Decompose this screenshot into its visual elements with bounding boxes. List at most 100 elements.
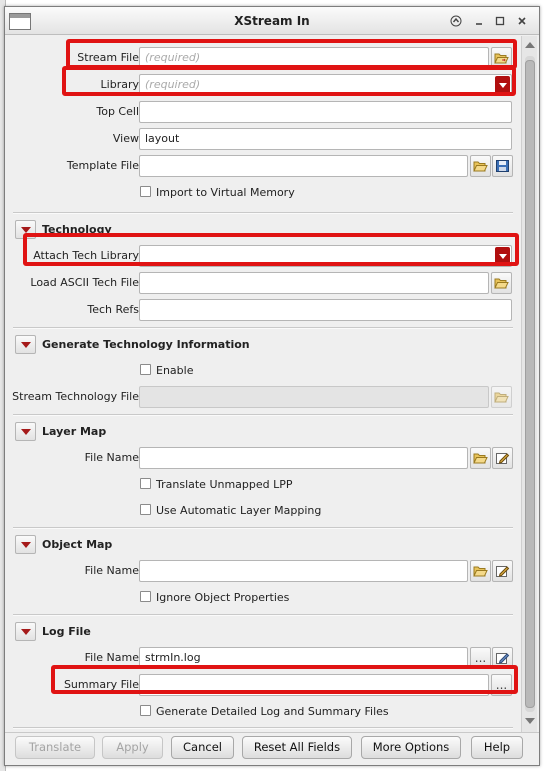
layer-map-section-header[interactable]: Layer Map [13, 419, 511, 445]
attach-tech-library-dropdown[interactable] [139, 245, 512, 267]
technology-section-header[interactable]: Technology [13, 217, 511, 243]
view-input[interactable]: layout [139, 128, 512, 150]
chevron-down-icon[interactable] [495, 247, 510, 265]
collapse-triangle-icon[interactable] [15, 220, 36, 239]
layer-map-title: Layer Map [42, 425, 107, 438]
folder-open-icon[interactable] [491, 272, 512, 294]
scroll-up-arrow-icon[interactable] [525, 42, 535, 48]
ellipsis-icon[interactable]: ... [470, 647, 491, 669]
translate-unmapped-label: Translate Unmapped LPP [156, 478, 293, 491]
top-cell-input[interactable] [139, 101, 512, 123]
view-label: View [112, 132, 139, 145]
edit-pencil-icon[interactable] [492, 647, 513, 669]
object-map-section-header[interactable]: Object Map [13, 532, 511, 558]
button-bar: Translate Apply Cancel Reset All Fields … [5, 732, 539, 765]
close-icon[interactable] [515, 15, 529, 28]
translate-unmapped-checkbox[interactable]: Translate Unmapped LPP [140, 478, 293, 491]
maximize-icon[interactable] [493, 15, 507, 28]
scroll-down-arrow-icon[interactable] [525, 718, 535, 724]
checkbox-box[interactable] [140, 478, 151, 489]
import-vm-row: Import to Virtual Memory [5, 180, 519, 206]
tech-refs-label: Tech Refs [87, 303, 139, 316]
tech-refs-input[interactable] [139, 299, 512, 321]
detailed-log-checkbox[interactable]: Generate Detailed Log and Summary Files [140, 705, 389, 718]
translate-button[interactable]: Translate [15, 736, 95, 759]
form-content: Stream File (required) Library (required… [5, 36, 519, 730]
auto-layer-mapping-checkbox[interactable]: Use Automatic Layer Mapping [140, 504, 321, 517]
tech-refs-row: Tech Refs [5, 297, 519, 323]
ignore-object-props-row: Ignore Object Properties [5, 585, 519, 611]
title-bar[interactable]: XStream In [5, 7, 539, 35]
gen-tech-info-section-header[interactable]: Generate Technology Information [13, 332, 511, 358]
divider [13, 727, 513, 729]
minimize-icon[interactable] [472, 15, 486, 28]
divider [13, 327, 513, 329]
save-disk-icon[interactable] [492, 155, 513, 177]
vertical-scrollbar[interactable] [521, 36, 537, 732]
folder-open-icon[interactable] [470, 155, 491, 177]
checkbox-box[interactable] [140, 504, 151, 515]
divider [13, 212, 513, 214]
reset-all-fields-button[interactable]: Reset All Fields [242, 736, 352, 759]
summary-file-row: Summary File ... [5, 672, 519, 698]
xstream-in-dialog: XStream In Stream File (required) Librar… [4, 6, 540, 766]
summary-file-label: Summary File [63, 678, 139, 691]
collapse-triangle-icon[interactable] [15, 535, 36, 554]
checkbox-box[interactable] [140, 364, 151, 375]
edit-pencil-icon[interactable] [492, 447, 513, 469]
summary-file-input[interactable] [139, 674, 489, 696]
template-file-label: Template File [66, 159, 139, 172]
stream-tech-file-label: Stream Technology File [12, 390, 139, 403]
layer-map-file-input[interactable] [139, 447, 468, 469]
attach-tech-library-row: Attach Tech Library [5, 243, 519, 269]
help-button[interactable]: Help [471, 736, 523, 759]
collapse-triangle-icon[interactable] [15, 335, 36, 354]
object-map-title: Object Map [42, 538, 113, 551]
folder-open-icon[interactable] [491, 386, 512, 408]
auto-layer-mapping-label: Use Automatic Layer Mapping [156, 504, 322, 517]
stream-tech-file-row: Stream Technology File [5, 384, 519, 410]
more-options-button[interactable]: More Options [361, 736, 461, 759]
import-virtual-memory-label: Import to Virtual Memory [156, 186, 295, 199]
folder-open-icon[interactable] [470, 447, 491, 469]
library-row: Library (required) [5, 72, 519, 98]
divider [13, 414, 513, 416]
object-map-file-input[interactable] [139, 560, 468, 582]
ellipsis-icon[interactable]: ... [491, 674, 512, 696]
scroll-thumb[interactable] [525, 60, 535, 708]
library-label: Library [100, 78, 139, 91]
collapse-triangle-icon[interactable] [15, 622, 36, 641]
top-cell-row: Top Cell [5, 99, 519, 125]
checkbox-box[interactable] [140, 186, 151, 197]
apply-button[interactable]: Apply [102, 736, 163, 759]
top-cell-label: Top Cell [96, 105, 139, 118]
load-ascii-tech-file-input[interactable] [139, 272, 489, 294]
checkbox-box[interactable] [140, 705, 151, 716]
detailed-log-label: Generate Detailed Log and Summary Files [156, 705, 389, 718]
edit-pencil-icon[interactable] [492, 560, 513, 582]
import-virtual-memory-checkbox[interactable]: Import to Virtual Memory [140, 186, 295, 199]
library-dropdown[interactable]: (required) [139, 74, 512, 96]
log-file-name-row: File Name strmIn.log ... [5, 645, 519, 671]
folder-open-icon[interactable] [470, 560, 491, 582]
enable-checkbox[interactable]: Enable [140, 364, 193, 377]
auto-layer-mapping-row: Use Automatic Layer Mapping [5, 498, 519, 524]
collapse-triangle-icon[interactable] [15, 422, 36, 441]
template-file-input[interactable] [139, 155, 468, 177]
restore-up-icon[interactable] [449, 15, 463, 28]
load-ascii-tech-file-row: Load ASCII Tech File [5, 270, 519, 296]
log-file-section-header[interactable]: Log File [13, 619, 511, 645]
ignore-object-props-checkbox[interactable]: Ignore Object Properties [140, 591, 289, 604]
folder-open-icon[interactable] [491, 47, 512, 69]
log-file-title: Log File [42, 625, 91, 638]
divider [13, 527, 513, 529]
load-ascii-tech-file-label: Load ASCII Tech File [30, 276, 139, 289]
stream-file-input[interactable]: (required) [139, 47, 489, 69]
checkbox-box[interactable] [140, 591, 151, 602]
cancel-button[interactable]: Cancel [171, 736, 234, 759]
chevron-down-icon[interactable] [495, 76, 510, 94]
layer-map-file-name-label: File Name [84, 451, 139, 464]
log-file-name-input[interactable]: strmIn.log [139, 647, 468, 669]
stream-tech-file-input[interactable] [139, 386, 489, 408]
enable-label: Enable [156, 364, 194, 377]
